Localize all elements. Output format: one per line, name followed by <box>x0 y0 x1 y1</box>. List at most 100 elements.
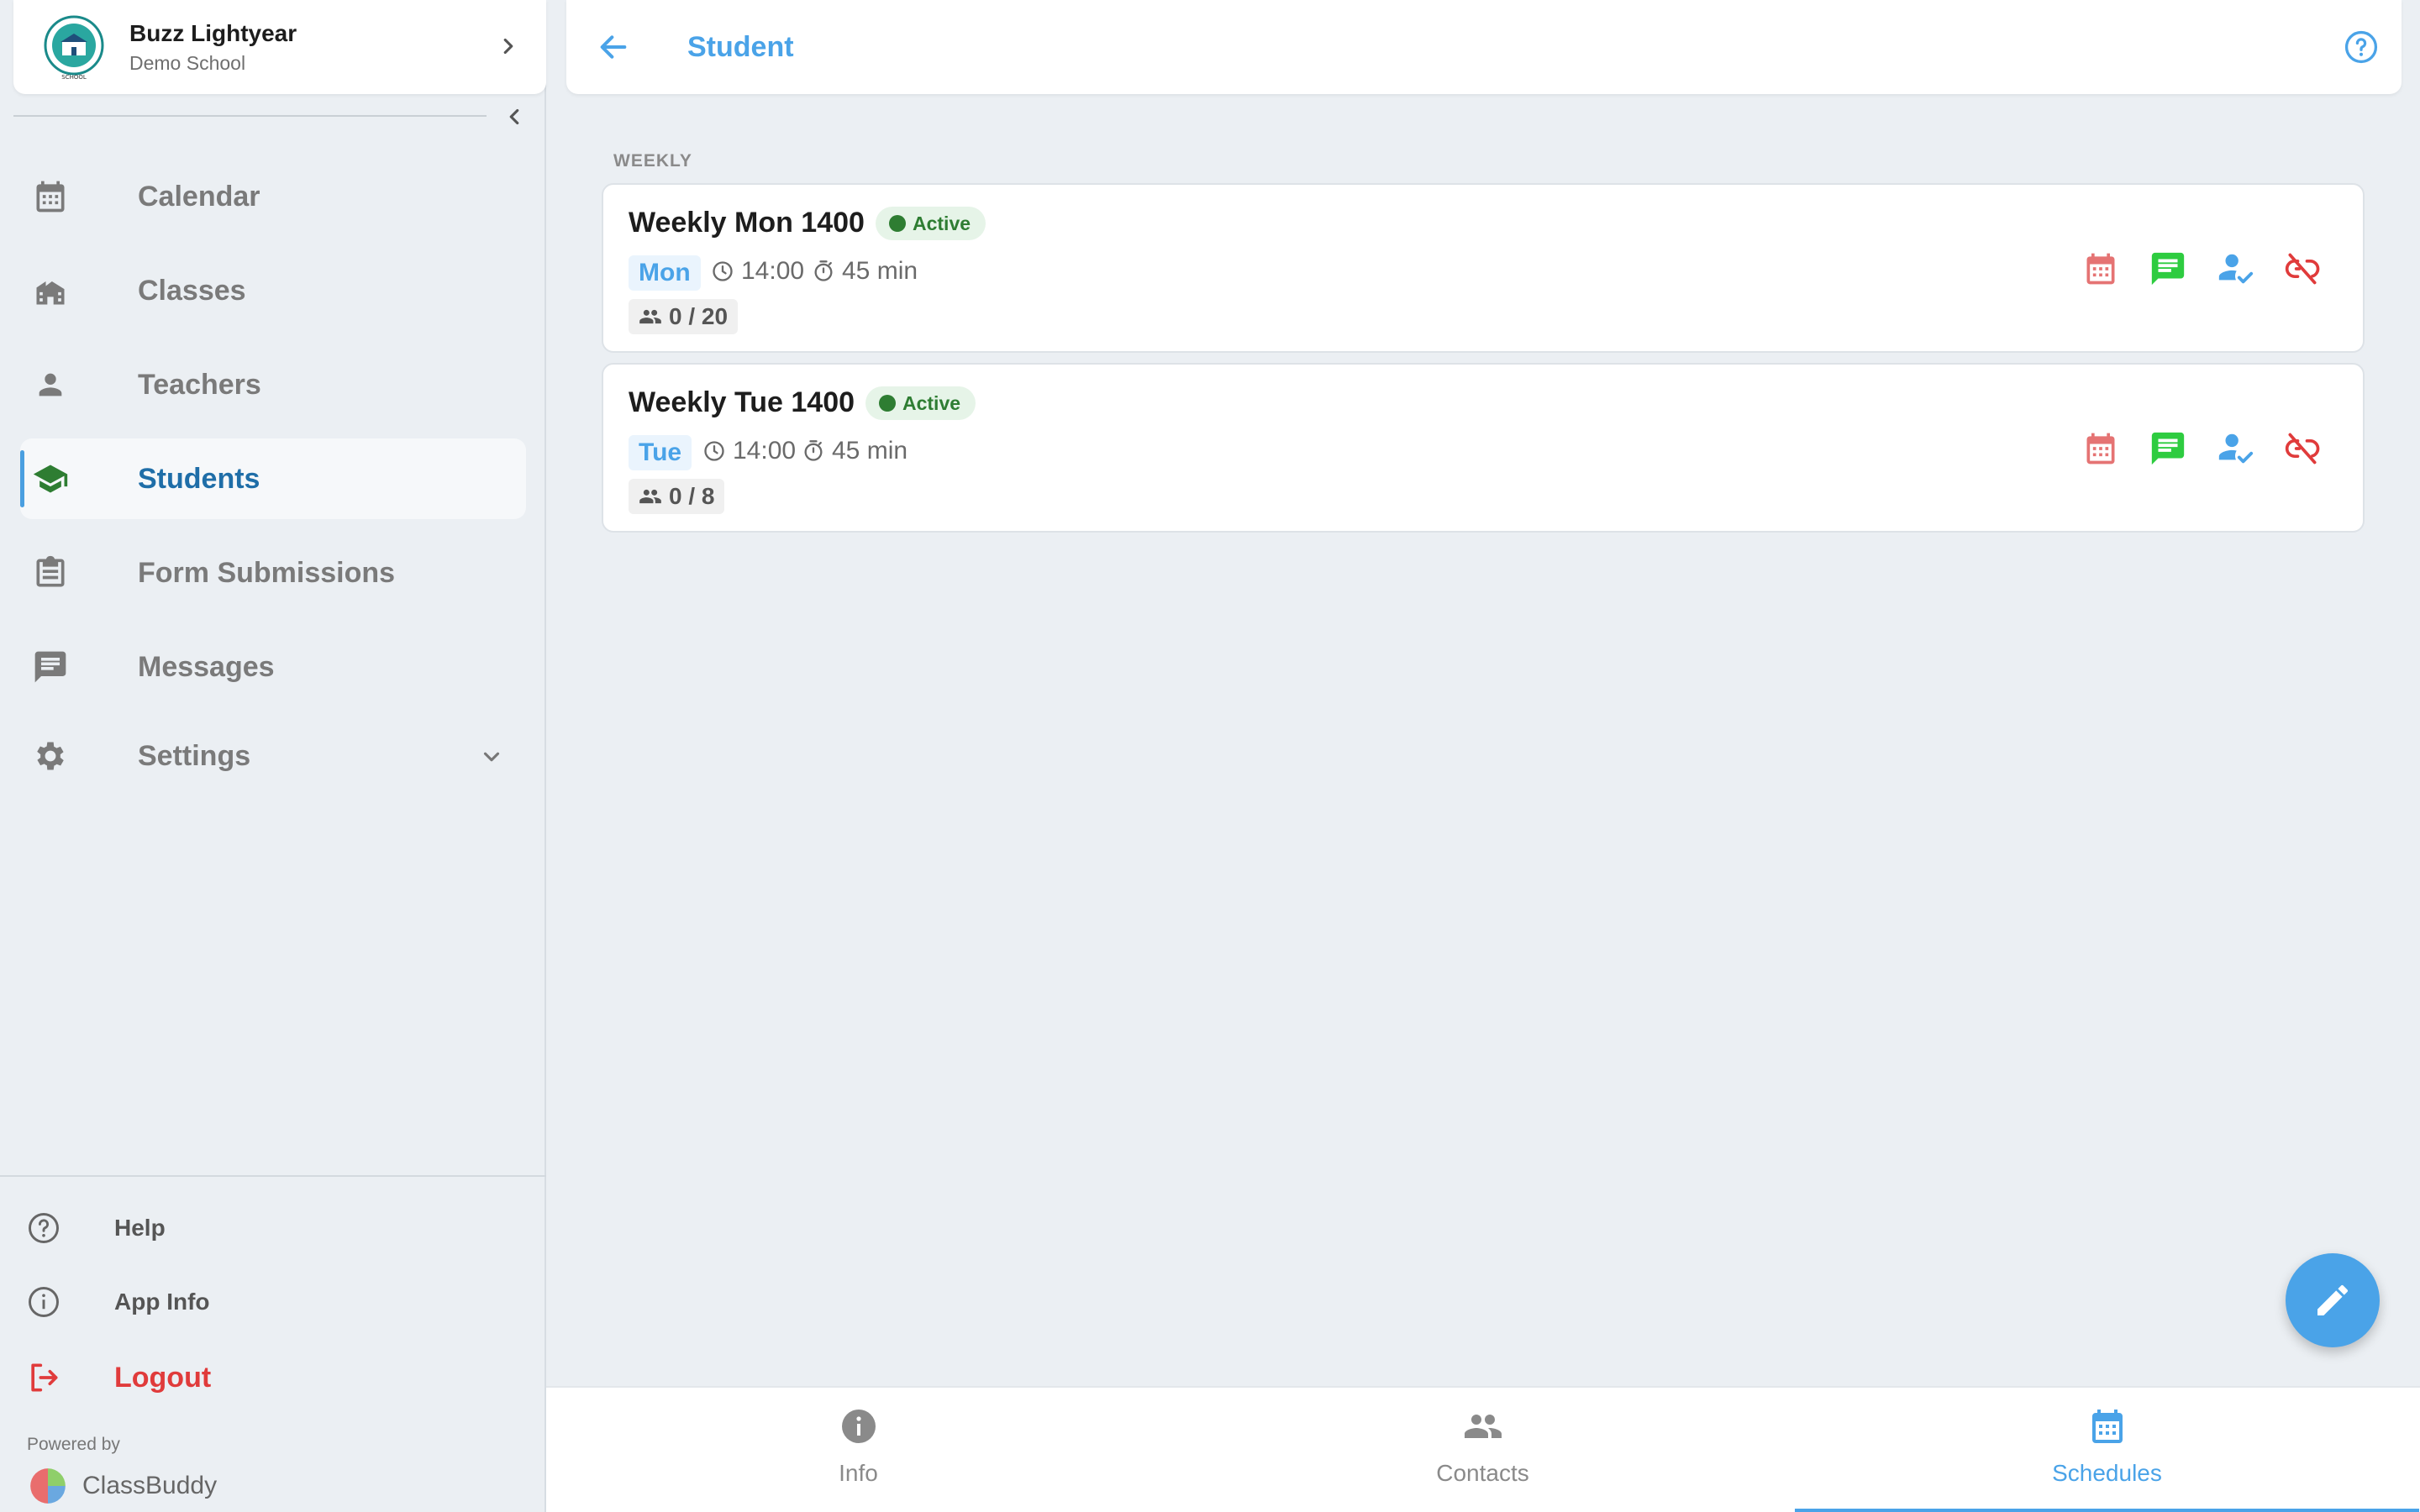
status-badge: Active <box>865 386 976 420</box>
people-icon <box>639 309 661 324</box>
account-switcher[interactable]: SCHOOL Buzz Lightyear Demo School <box>13 0 546 94</box>
section-label: WEEKLY <box>613 151 692 171</box>
duration-label: 45 min <box>842 257 918 285</box>
capacity-label: 0 / 20 <box>669 303 729 329</box>
status-label: Active <box>913 212 971 234</box>
schedule-card[interactable]: Weekly Tue 1400 Active Tue 14:00 45 min … <box>602 363 2365 533</box>
schedule-title: Weekly Mon 1400 <box>629 207 865 239</box>
account-school: Demo School <box>129 51 246 74</box>
capacity-badge: 0 / 8 <box>629 479 725 514</box>
message-icon[interactable] <box>2148 428 2188 469</box>
edit-button[interactable] <box>2286 1253 2380 1347</box>
sidebar-item-label: Students <box>138 462 260 495</box>
sidebar-item-label: Teachers <box>138 368 261 401</box>
sidebar-item-label: Form Submissions <box>138 556 396 589</box>
status-label: Active <box>902 391 961 414</box>
help-link[interactable]: Help <box>25 1210 166 1247</box>
help-icon[interactable] <box>2343 29 2380 66</box>
unlink-icon[interactable] <box>2282 428 2323 469</box>
graduation-cap-icon <box>30 459 71 499</box>
message-icon[interactable] <box>2148 249 2188 289</box>
brand: ClassBuddy <box>27 1465 217 1507</box>
gear-icon <box>30 736 71 776</box>
school-building-icon <box>30 270 71 311</box>
pencil-icon <box>2317 1285 2348 1315</box>
sidebar-item-messages[interactable]: Messages <box>20 627 526 707</box>
page-header: Student <box>566 0 2402 94</box>
tab-contacts[interactable]: Contacts <box>1171 1388 1795 1512</box>
schedule-time: 14:00 <box>711 257 804 286</box>
day-chip: Tue <box>629 435 692 470</box>
sidebar-item-classes[interactable]: Classes <box>20 250 526 331</box>
sidebar-item-settings[interactable]: Settings <box>20 716 526 796</box>
chevron-down-icon[interactable] <box>479 744 504 769</box>
logout-button[interactable]: Logout <box>25 1359 211 1396</box>
tab-label: Contacts <box>1436 1460 1529 1486</box>
page-title: Student <box>687 31 794 63</box>
sidebar-divider <box>13 115 487 117</box>
time-label: 14:00 <box>741 257 805 285</box>
card-actions <box>2054 249 2323 289</box>
card-actions <box>2054 428 2323 469</box>
timer-icon <box>814 260 833 281</box>
help-label: Help <box>114 1215 166 1241</box>
info-circle-icon <box>29 1287 59 1317</box>
tab-info[interactable]: Info <box>546 1388 1171 1512</box>
info-icon <box>841 1410 876 1443</box>
help-circle-icon <box>29 1213 59 1243</box>
message-icon <box>30 647 71 687</box>
bottom-tab-bar: Info Contacts Schedules <box>546 1386 2420 1512</box>
duration-label: 45 min <box>832 437 908 465</box>
sidebar-item-form-submissions[interactable]: Form Submissions <box>20 533 526 613</box>
clock-icon <box>713 261 733 281</box>
sidebar-item-teachers[interactable]: Teachers <box>20 344 526 425</box>
powered-by-label: Powered by <box>27 1435 120 1454</box>
status-dot-icon <box>879 395 896 412</box>
unlink-icon[interactable] <box>2282 249 2323 289</box>
attendance-icon[interactable] <box>2215 249 2255 289</box>
school-logo: SCHOOL <box>40 13 108 81</box>
sidebar-item-label: Classes <box>138 274 246 307</box>
schedule-card[interactable]: Weekly Mon 1400 Active Mon 14:00 45 min … <box>602 183 2365 353</box>
account-name: Buzz Lightyear <box>129 19 297 46</box>
tab-schedules[interactable]: Schedules <box>1795 1388 2419 1512</box>
capacity-label: 0 / 8 <box>669 483 715 509</box>
sidebar-item-label: Messages <box>138 650 275 683</box>
sidebar-bottom-divider <box>0 1175 546 1177</box>
capacity-badge: 0 / 20 <box>629 299 739 334</box>
logout-icon <box>31 1363 58 1392</box>
app-info-label: App Info <box>114 1289 210 1315</box>
sidebar-item-label: Calendar <box>138 180 260 213</box>
schedule-duration: 45 min <box>812 257 918 286</box>
schedule-time: 14:00 <box>702 437 796 465</box>
schedule-duration: 45 min <box>802 437 908 465</box>
calendar-icon[interactable] <box>2081 249 2121 289</box>
schedule-title: Weekly Tue 1400 <box>629 386 855 418</box>
day-chip: Mon <box>629 255 701 291</box>
logout-label: Logout <box>114 1361 212 1394</box>
clock-icon <box>704 441 724 461</box>
attendance-icon[interactable] <box>2215 428 2255 469</box>
back-arrow-icon[interactable] <box>597 30 630 64</box>
collapse-sidebar-icon[interactable] <box>502 104 527 129</box>
people-icon <box>1464 1415 1502 1438</box>
svg-text:SCHOOL: SCHOOL <box>61 74 87 81</box>
sidebar-item-label: Settings <box>138 739 251 772</box>
sidebar: SCHOOL Buzz Lightyear Demo School Calend… <box>0 0 546 1512</box>
time-label: 14:00 <box>733 437 797 465</box>
timer-icon <box>804 440 823 461</box>
status-dot-icon <box>889 215 906 232</box>
brand-name: ClassBuddy <box>82 1472 218 1499</box>
calendar-icon <box>30 176 71 217</box>
calendar-icon <box>2091 1410 2123 1443</box>
sidebar-item-students[interactable]: Students <box>20 438 526 519</box>
person-icon <box>30 365 71 405</box>
people-icon <box>639 489 661 504</box>
sidebar-item-calendar[interactable]: Calendar <box>20 156 526 237</box>
chevron-right-icon <box>503 38 513 55</box>
app-info-link[interactable]: App Info <box>25 1284 210 1320</box>
classbuddy-logo-icon <box>30 1468 66 1504</box>
tab-label: Schedules <box>2052 1460 2162 1486</box>
calendar-icon[interactable] <box>2081 428 2121 469</box>
tab-label: Info <box>839 1460 878 1486</box>
